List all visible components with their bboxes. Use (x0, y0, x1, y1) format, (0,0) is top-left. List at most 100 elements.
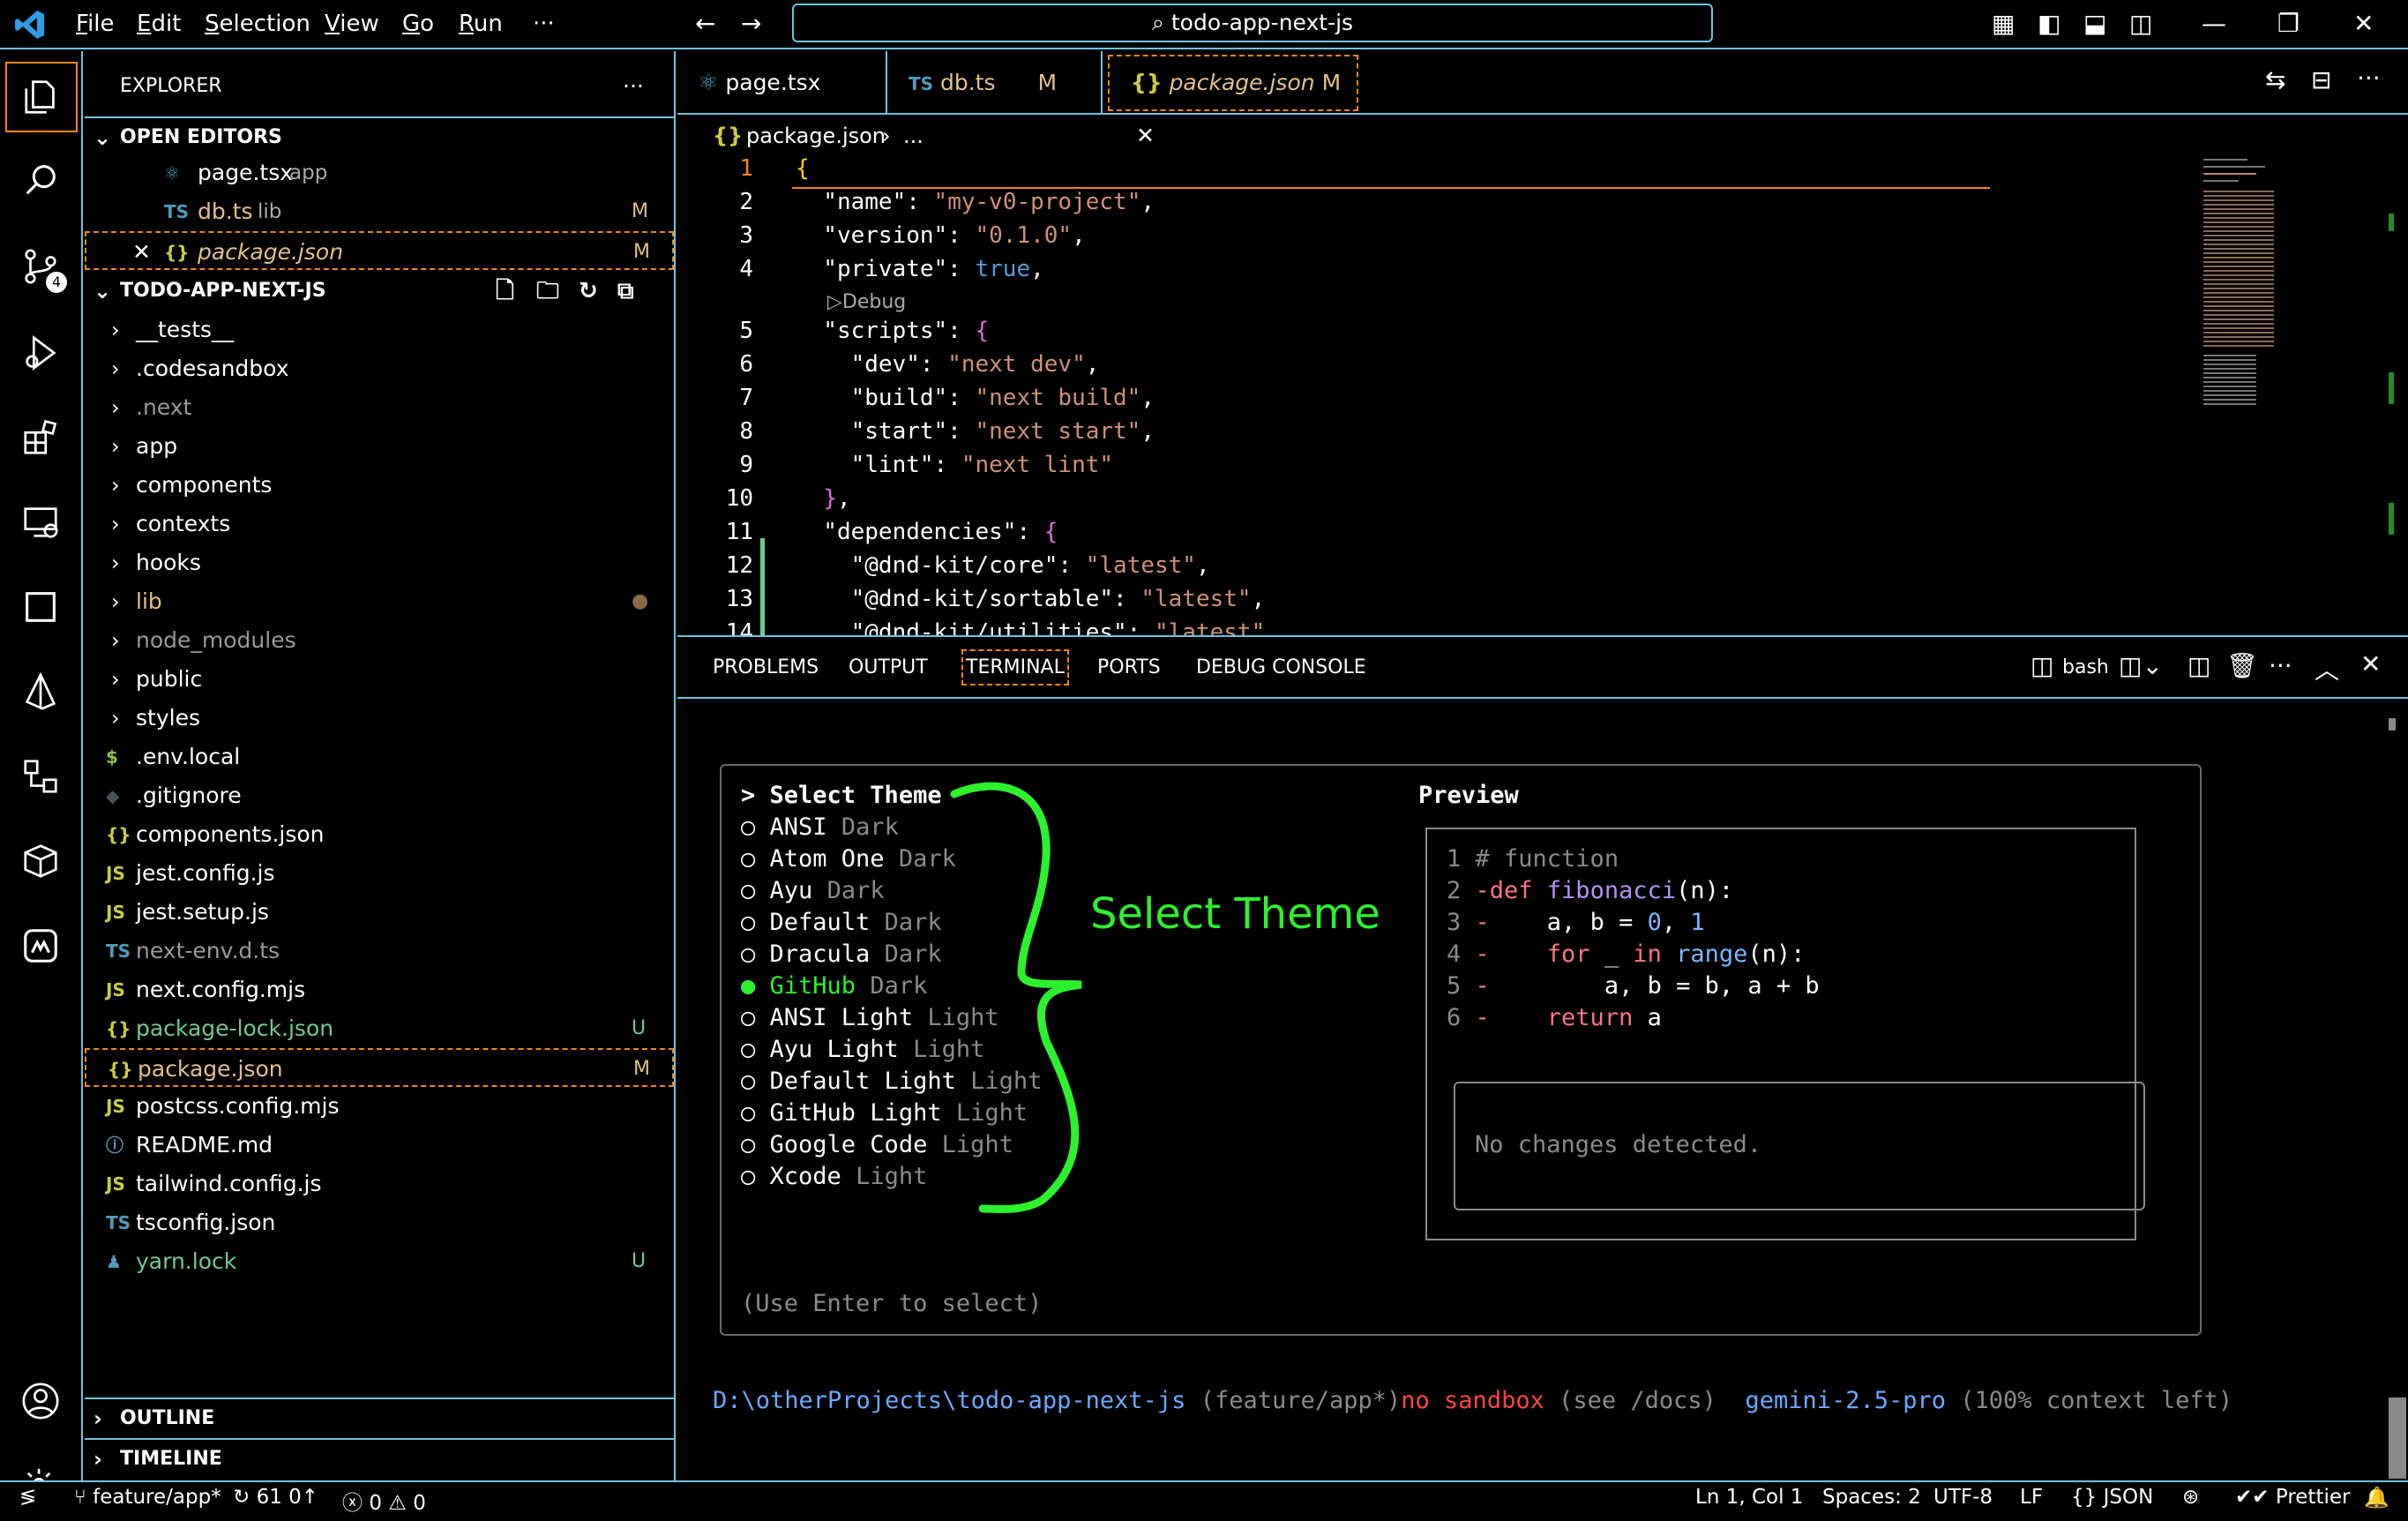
more-actions-icon[interactable]: ··· (623, 67, 644, 106)
tab-output[interactable]: OUTPUT (849, 656, 928, 678)
theme-option[interactable]: ○ Xcode Light (741, 1163, 927, 1190)
open-editor-item[interactable]: ⚛ page.tsx app (85, 154, 674, 192)
file-item[interactable]: TS next-env.d.ts (85, 932, 674, 970)
close-window-icon[interactable]: ✕ (2353, 9, 2374, 38)
new-folder-icon[interactable]: 🗀 (536, 272, 559, 311)
tab-ports[interactable]: PORTS (1097, 656, 1161, 678)
theme-option[interactable]: ○ Ayu Dark (741, 877, 885, 904)
menu-selection[interactable]: Selection (205, 11, 310, 37)
folder-item[interactable]: › .next (85, 388, 674, 427)
sync-indicator[interactable]: ↻ 61 0↑ (233, 1486, 318, 1509)
minimize-icon[interactable]: — (2202, 9, 2226, 38)
command-center-search[interactable]: ⌕ todo-app-next-js (792, 4, 1713, 42)
breadcrumb-symbol[interactable]: ... (903, 118, 924, 154)
breadcrumb-file[interactable]: package.json (746, 118, 886, 154)
split-editor-icon[interactable]: ⊟ (2311, 65, 2331, 94)
diagram-nodes-icon[interactable] (0, 741, 81, 812)
folder-item[interactable]: › lib ● (85, 582, 674, 621)
codelens-debug[interactable]: ▷Debug (827, 291, 906, 313)
menu-view[interactable]: View (325, 11, 379, 37)
open-editors-section[interactable]: ⌄ OPEN EDITORS (85, 116, 674, 157)
copilot-status-icon[interactable]: ⊛ (2182, 1486, 2199, 1509)
run-debug-icon[interactable] (0, 318, 81, 388)
container-box-icon[interactable] (0, 826, 81, 896)
open-changes-icon[interactable]: ⇆ (2265, 65, 2285, 94)
prettier-status[interactable]: ✔✔ Prettier (2235, 1486, 2350, 1509)
file-item[interactable]: TS tsconfig.json (85, 1203, 674, 1242)
tab-problems[interactable]: PROBLEMS (713, 656, 819, 678)
tab-page-tsx[interactable]: ⚛ page.tsx (677, 51, 887, 115)
menu-more[interactable]: ··· (533, 11, 555, 37)
theme-option[interactable]: ● GitHub Dark (741, 972, 927, 1000)
menu-run[interactable]: Run (459, 11, 503, 37)
terminal-shell-icon[interactable]: ◫ (2030, 651, 2053, 680)
folder-item[interactable]: › .codesandbox (85, 349, 674, 388)
explorer-icon[interactable] (5, 62, 78, 132)
customize-layout-icon[interactable]: ▦ (1992, 9, 2015, 38)
tab-package-json[interactable]: {} package.json M ✕ (1108, 55, 1358, 148)
menu-go[interactable]: Go (402, 11, 434, 37)
language-mode[interactable]: {} JSON (2071, 1486, 2153, 1509)
theme-option[interactable]: ○ Atom One Dark (741, 845, 956, 873)
account-icon[interactable] (0, 1366, 81, 1436)
menu-edit[interactable]: Edit (137, 11, 181, 37)
notifications-bell-icon[interactable]: 🔔 (2364, 1486, 2389, 1510)
tab-db-ts[interactable]: TS db.ts M (887, 51, 1103, 115)
timeline-section[interactable]: › TIMELINE (85, 1438, 674, 1479)
trash-icon[interactable]: 🗑 (2226, 651, 2258, 680)
tab-debug-console[interactable]: DEBUG CONSOLE (1196, 656, 1366, 678)
toggle-secondary-sidebar-icon[interactable]: ◫ (2129, 9, 2152, 38)
encoding[interactable]: UTF-8 (1933, 1486, 1993, 1509)
file-item[interactable]: JS next.config.mjs (85, 970, 674, 1009)
file-item[interactable]: $ .env.local (85, 738, 674, 776)
problems-indicator[interactable]: ⓧ 0 ⚠ 0 (342, 1486, 426, 1516)
open-editor-item[interactable]: TS db.ts lib M (85, 192, 674, 231)
open-editor-item-active[interactable]: ✕ {} package.json M (85, 231, 674, 270)
close-panel-icon[interactable]: ✕ (2360, 649, 2381, 678)
close-icon[interactable]: ✕ (132, 233, 151, 272)
folder-item[interactable]: › public (85, 660, 674, 699)
forward-arrow-icon[interactable]: → (741, 9, 761, 38)
new-file-icon[interactable]: 🗋 (496, 272, 514, 311)
folder-item[interactable]: › node_modules (85, 621, 674, 660)
github-copilot-icon[interactable] (0, 910, 81, 981)
folder-item[interactable]: › __tests__ (85, 311, 674, 349)
restore-icon[interactable]: ❐ (2277, 9, 2300, 38)
source-control-icon[interactable]: 4 (0, 231, 81, 302)
minimap[interactable] (2203, 155, 2300, 446)
file-item[interactable]: {} components.json (85, 815, 674, 854)
file-item[interactable]: {} package-lock.json U (85, 1009, 674, 1048)
folder-item[interactable]: › app (85, 427, 674, 466)
file-item[interactable]: JS tailwind.config.js (85, 1165, 674, 1203)
folder-item[interactable]: › styles (85, 699, 674, 738)
toggle-sidebar-icon[interactable]: ◧ (2038, 9, 2060, 38)
folder-item[interactable]: › components (85, 466, 674, 505)
collapse-all-icon[interactable]: ⧉ (617, 272, 634, 311)
theme-option[interactable]: ○ Default Dark (741, 909, 942, 936)
editor-more-icon[interactable]: ··· (2357, 64, 2381, 93)
cursor-position[interactable]: Ln 1, Col 1 (1695, 1486, 1803, 1509)
folder-item[interactable]: › hooks (85, 543, 674, 582)
file-item[interactable]: ⓘ README.md (85, 1126, 674, 1165)
terminal-shell-label[interactable]: bash (2062, 656, 2109, 678)
line-ending[interactable]: LF (2020, 1486, 2043, 1509)
theme-option[interactable]: ○ ANSI Dark (741, 813, 899, 841)
branch-indicator[interactable]: ⑂ feature/app* (74, 1486, 221, 1509)
search-icon[interactable] (0, 145, 81, 215)
extensions-icon[interactable] (0, 402, 81, 473)
maximize-panel-icon[interactable]: ︿ (2315, 651, 2339, 686)
file-item[interactable]: JS jest.setup.js (85, 893, 674, 932)
split-terminal-icon[interactable]: ◫ (2187, 651, 2210, 680)
prisma-icon[interactable] (0, 656, 81, 727)
folder-item[interactable]: › contexts (85, 505, 674, 543)
terminal-scrollbar[interactable] (2389, 718, 2396, 731)
menu-file[interactable]: File (76, 11, 115, 37)
refresh-icon[interactable]: ↻ (579, 272, 598, 311)
stop-square-icon[interactable] (0, 572, 81, 642)
panel-more-icon[interactable]: ··· (2269, 651, 2292, 680)
file-item[interactable]: {} package.json M (85, 1048, 674, 1087)
toggle-panel-icon[interactable]: ⬓ (2083, 9, 2106, 38)
indentation[interactable]: Spaces: 2 (1822, 1486, 1921, 1509)
back-arrow-icon[interactable]: ← (695, 9, 715, 38)
file-item[interactable]: JS jest.config.js (85, 854, 674, 893)
